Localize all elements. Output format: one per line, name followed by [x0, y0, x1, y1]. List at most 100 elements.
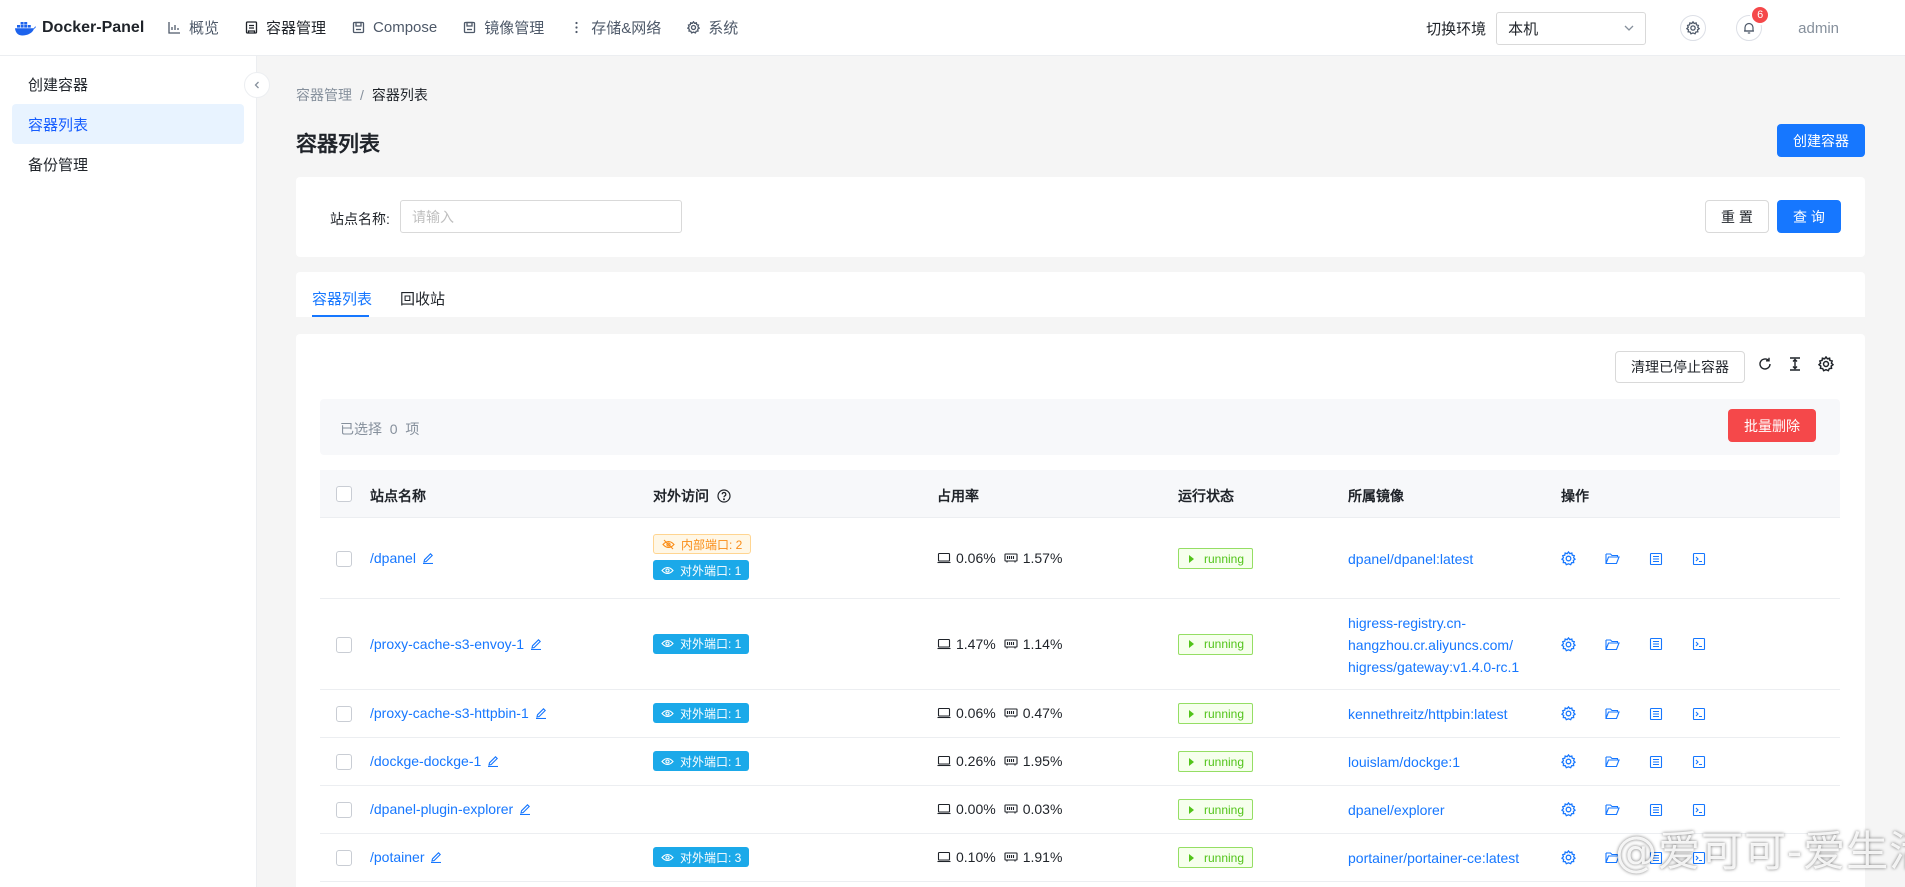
site-name-input[interactable]	[400, 200, 682, 233]
log-icon[interactable]	[1649, 552, 1663, 566]
container-settings-icon[interactable]	[1561, 706, 1576, 721]
row-checkbox[interactable]	[336, 754, 352, 770]
folder-open-icon[interactable]	[1605, 803, 1620, 816]
image-link[interactable]: portainer/portainer-ce:latest	[1348, 847, 1519, 869]
edit-icon[interactable]	[430, 851, 442, 863]
external-port-tag[interactable]: 对外端口: 1	[653, 633, 750, 654]
log-icon[interactable]	[1649, 637, 1663, 651]
brand[interactable]: Docker-Panel	[0, 19, 162, 37]
nav-storage-network[interactable]: 存储&网络	[564, 0, 681, 56]
row-checkbox[interactable]	[336, 706, 352, 722]
sidebar-item-container-list[interactable]: 容器列表	[12, 104, 244, 144]
folder-open-icon[interactable]	[1605, 755, 1620, 768]
container-settings-icon[interactable]	[1561, 802, 1576, 817]
play-icon	[1189, 640, 1194, 648]
nav-overview[interactable]: 概览	[162, 0, 239, 56]
sidebar-item-backup-management[interactable]: 备份管理	[12, 144, 244, 184]
edit-icon[interactable]	[487, 755, 499, 767]
log-icon[interactable]	[1649, 803, 1663, 817]
table-settings-icon[interactable]	[1818, 356, 1834, 372]
usage-cell: 0.26% 1.95%	[937, 753, 1062, 769]
cpu-usage: 0.26%	[956, 753, 996, 769]
sidebar: 创建容器 容器列表 备份管理	[0, 56, 257, 887]
row-checkbox[interactable]	[336, 551, 352, 567]
gear-icon	[687, 21, 701, 34]
site-name-link[interactable]: /dpanel	[370, 550, 434, 566]
image-line: portainer/portainer-ce:latest	[1348, 850, 1520, 866]
question-circle-icon[interactable]	[717, 489, 731, 503]
edit-icon[interactable]	[519, 803, 531, 815]
site-name-link[interactable]: /potainer	[370, 849, 442, 865]
sidebar-item-create-container[interactable]: 创建容器	[12, 64, 244, 104]
select-all-checkbox[interactable]	[336, 486, 352, 502]
site-name-link[interactable]: /dockge-dockge-1	[370, 753, 499, 769]
site-name-link[interactable]: /proxy-cache-s3-httpbin-1	[370, 705, 547, 721]
external-port-tag[interactable]: 对外端口: 1	[653, 703, 750, 723]
cpu-icon	[937, 851, 951, 863]
memory-icon	[1004, 755, 1018, 767]
nav-system[interactable]: 系统	[681, 0, 758, 56]
image-link[interactable]: dpanel/explorer	[1348, 799, 1445, 821]
settings-button[interactable]	[1680, 15, 1707, 41]
create-container-button[interactable]: 创建容器	[1777, 124, 1865, 157]
status-cell: running	[1178, 751, 1254, 772]
log-icon[interactable]	[1649, 755, 1663, 769]
column-height-icon[interactable]	[1787, 356, 1803, 372]
edit-icon[interactable]	[530, 638, 542, 650]
site-name-link[interactable]: /dpanel-plugin-explorer	[370, 801, 531, 817]
row-checkbox[interactable]	[336, 802, 352, 818]
status-cell: running	[1178, 633, 1254, 655]
external-port-tag[interactable]: 对外端口: 1	[653, 751, 750, 771]
folder-open-icon[interactable]	[1605, 552, 1620, 565]
folder-open-icon[interactable]	[1605, 707, 1620, 720]
user-menu[interactable]: admin	[1798, 20, 1839, 37]
cpu-icon	[937, 638, 951, 650]
clean-stopped-button[interactable]: 清理已停止容器	[1615, 351, 1745, 383]
external-port-text: 对外端口: 1	[680, 563, 742, 578]
terminal-icon[interactable]	[1692, 552, 1706, 566]
container-settings-icon[interactable]	[1561, 850, 1576, 865]
row-checkbox[interactable]	[336, 850, 352, 866]
query-button[interactable]: 查 询	[1777, 200, 1841, 233]
terminal-icon[interactable]	[1692, 637, 1706, 651]
nav-compose[interactable]: Compose	[346, 0, 457, 56]
batch-delete-button[interactable]: 批量删除	[1728, 409, 1816, 442]
terminal-icon[interactable]	[1692, 707, 1706, 721]
internal-port-tag[interactable]: 内部端口: 2	[653, 534, 752, 554]
folder-open-icon[interactable]	[1605, 638, 1620, 651]
tab-container-list[interactable]: 容器列表	[312, 288, 372, 309]
reset-button[interactable]: 重 置	[1705, 200, 1769, 233]
row-checkbox[interactable]	[336, 636, 352, 653]
tab-recycle-bin[interactable]: 回收站	[400, 288, 445, 309]
terminal-icon[interactable]	[1692, 755, 1706, 769]
edit-icon[interactable]	[535, 707, 547, 719]
external-access-cell: 对外端口: 1	[653, 751, 750, 771]
log-icon[interactable]	[1649, 707, 1663, 721]
header-right: 切换环境 本机 6 admin	[1426, 0, 1905, 56]
selection-suffix: 项	[405, 421, 420, 437]
env-select[interactable]: 本机	[1496, 11, 1647, 45]
container-settings-icon[interactable]	[1561, 551, 1576, 566]
sidebar-item-label: 容器列表	[28, 116, 89, 134]
external-port-tag[interactable]: 对外端口: 3	[653, 847, 750, 867]
image-link[interactable]: kennethreitz/httpbin:latest	[1348, 703, 1508, 725]
nav-image-management[interactable]: 镜像管理	[457, 0, 564, 56]
sidebar-collapse-button[interactable]	[244, 72, 270, 98]
image-link[interactable]: louislam/dockge:1	[1348, 751, 1460, 773]
container-settings-icon[interactable]	[1561, 754, 1576, 769]
external-port-tag[interactable]: 对外端口: 1	[653, 560, 750, 580]
breadcrumb-parent[interactable]: 容器管理	[296, 85, 352, 105]
image-link[interactable]: higress-registry.cn-hangzhou.cr.aliyuncs…	[1348, 612, 1519, 678]
image-link[interactable]: dpanel/dpanel:latest	[1348, 548, 1473, 570]
tabs-bar: 容器列表 回收站	[296, 272, 1865, 317]
notification-button[interactable]: 6	[1736, 5, 1771, 41]
actions-cell	[1561, 551, 1735, 566]
refresh-icon[interactable]	[1757, 356, 1773, 372]
terminal-icon[interactable]	[1692, 803, 1706, 817]
container-settings-icon[interactable]	[1561, 636, 1576, 652]
site-name-link[interactable]: /proxy-cache-s3-envoy-1	[370, 636, 542, 652]
external-access-cell: 内部端口: 2 对外端口: 1	[653, 534, 752, 580]
nav-container-management[interactable]: 容器管理	[239, 0, 346, 56]
edit-icon[interactable]	[422, 552, 434, 564]
docker-whale-icon	[14, 20, 36, 36]
